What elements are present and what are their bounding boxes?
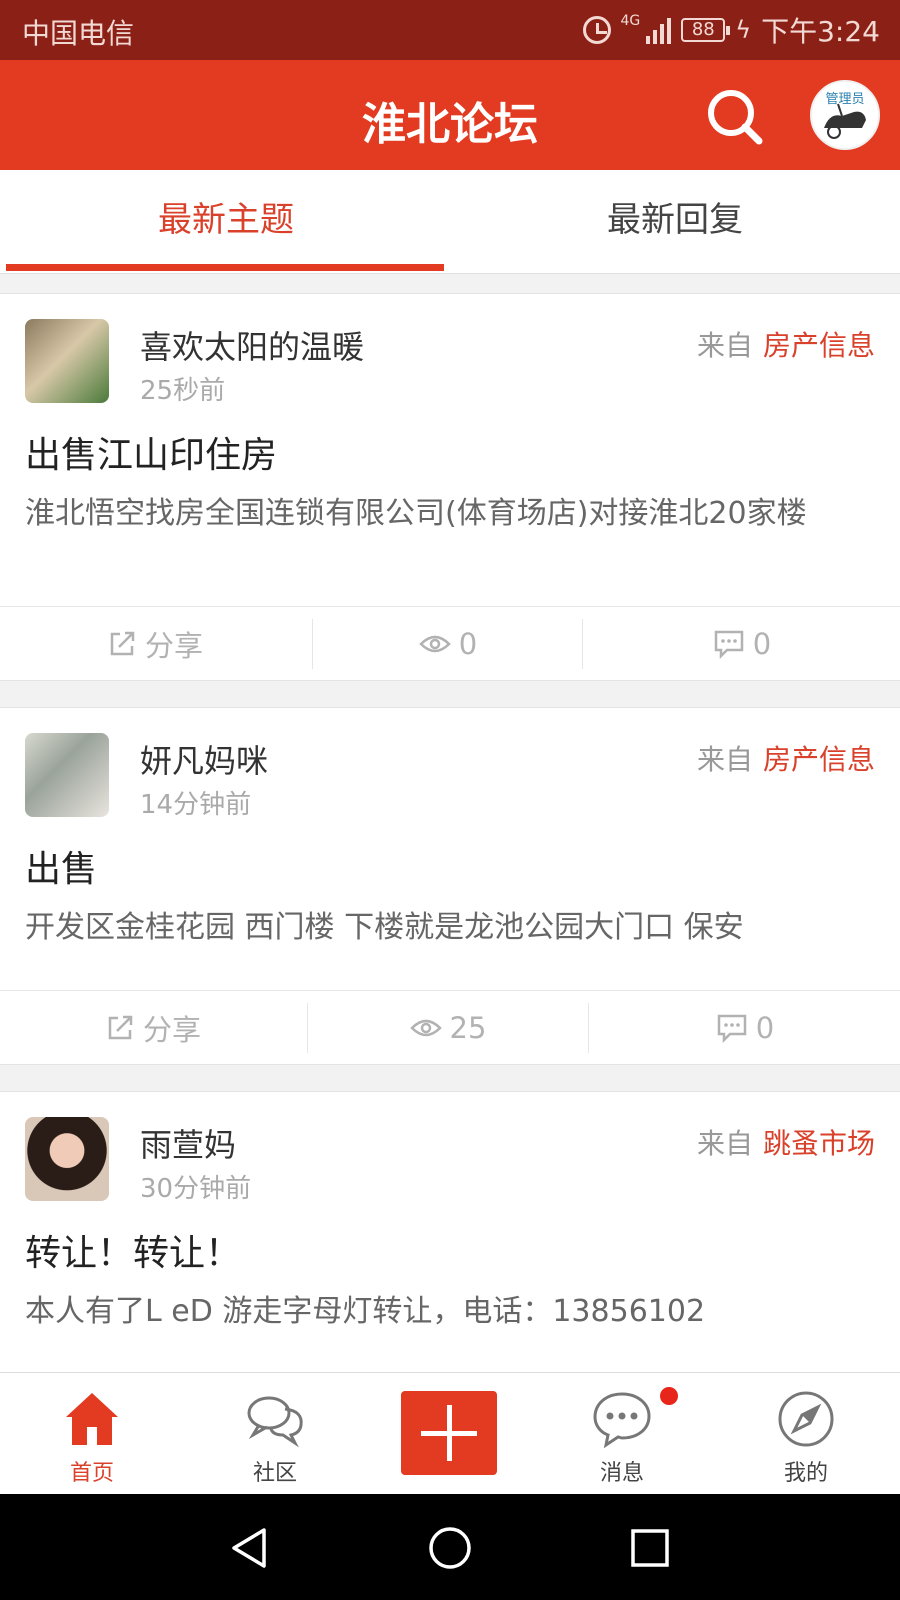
post-actions: 分享 25 0 — [0, 990, 900, 1064]
status-time: 下午3:24 — [761, 15, 880, 48]
comments-button[interactable]: 0 — [590, 991, 900, 1065]
post-title[interactable]: 转让！转让！ — [25, 1224, 241, 1276]
nav-home-label: 首页 — [69, 1461, 114, 1486]
divider — [588, 1003, 589, 1053]
post-author[interactable]: 妍凡妈咪 — [140, 736, 268, 782]
views-count: 0 — [314, 607, 582, 681]
post-category-link[interactable]: 房产信息 — [763, 743, 875, 776]
recents-icon[interactable] — [626, 1524, 674, 1572]
post-card[interactable]: 喜欢太阳的温暖 25秒前 来自 房产信息 出售江山印住房 淮北悟空找房全国连锁有限… — [0, 293, 900, 681]
avatar[interactable] — [25, 1117, 109, 1201]
post-time: 14分钟前 — [140, 790, 252, 820]
active-tab-indicator — [6, 264, 444, 271]
status-bar: 中国电信 4G 88 ϟ 下午3:24 — [0, 0, 900, 60]
divider — [312, 619, 313, 669]
comment-icon — [714, 630, 744, 659]
page-title: 淮北论坛 — [362, 99, 538, 150]
post-source: 来自 房产信息 — [697, 324, 875, 364]
post-source: 来自 跳蚤市场 — [697, 1122, 875, 1162]
signal-icon — [646, 16, 672, 44]
home-circle-icon[interactable] — [426, 1524, 474, 1572]
nav-community[interactable]: 社区 — [205, 1373, 345, 1495]
chat-bubbles-icon — [247, 1396, 303, 1448]
share-button[interactable]: 分享 — [0, 991, 306, 1065]
comment-icon — [717, 1014, 747, 1043]
post-author[interactable]: 雨萱妈 — [140, 1120, 236, 1166]
views-count: 25 — [308, 991, 588, 1065]
bottom-nav: 首页 社区 消息 我的 — [0, 1372, 900, 1494]
share-button[interactable]: 分享 — [0, 607, 310, 681]
tab-latest-replies[interactable]: 最新回复 — [455, 170, 895, 274]
carrier-label: 中国电信 — [22, 17, 135, 50]
back-icon[interactable] — [226, 1524, 274, 1572]
comments-value: 0 — [752, 627, 772, 661]
eye-icon — [409, 1019, 442, 1037]
post-author[interactable]: 喜欢太阳的温暖 — [140, 322, 364, 368]
post-title[interactable]: 出售 — [25, 840, 97, 892]
tab-bar: 最新主题 最新回复 — [0, 170, 900, 274]
post-card[interactable]: 雨萱妈 30分钟前 来自 跳蚤市场 转让！转让！ 本人有了L eD 游走字母灯转让… — [0, 1091, 900, 1381]
home-icon — [66, 1393, 118, 1445]
post-time: 30分钟前 — [140, 1174, 252, 1204]
add-post-button[interactable] — [401, 1391, 497, 1475]
system-nav-bar — [0, 1494, 900, 1600]
battery-icon: 88 — [681, 18, 731, 42]
search-icon[interactable] — [706, 88, 764, 146]
unread-badge — [660, 1387, 678, 1405]
compass-icon — [778, 1391, 834, 1447]
post-time: 25秒前 — [140, 376, 226, 406]
nav-messages-label: 消息 — [599, 1461, 644, 1486]
app-header: 淮北论坛 管理员 — [0, 60, 900, 170]
source-prefix: 来自 — [696, 329, 753, 362]
post-card[interactable]: 妍凡妈咪 14分钟前 来自 房产信息 出售 开发区金桂花园 西门楼 下楼就是龙池公… — [0, 707, 900, 1065]
share-label: 分享 — [144, 629, 203, 663]
share-icon — [110, 631, 135, 656]
post-source: 来自 房产信息 — [697, 738, 875, 778]
nav-profile[interactable]: 我的 — [736, 1373, 876, 1495]
avatar[interactable] — [25, 319, 109, 403]
admin-avatar[interactable]: 管理员 — [810, 80, 880, 150]
post-excerpt: 本人有了L eD 游走字母灯转让，电话：13856102 — [25, 1294, 706, 1329]
views-value: 25 — [449, 1011, 487, 1045]
post-category-link[interactable]: 房产信息 — [763, 329, 875, 362]
alarm-icon — [582, 16, 611, 44]
status-icons: 4G 88 ϟ 下午3:24 — [582, 10, 880, 50]
post-actions: 分享 0 0 — [0, 606, 900, 680]
source-prefix: 来自 — [696, 1127, 753, 1160]
eye-icon — [418, 635, 451, 653]
post-excerpt: 淮北悟空找房全国连锁有限公司(体育场店)对接淮北20家楼 — [25, 496, 807, 531]
post-title[interactable]: 出售江山印住房 — [25, 426, 277, 478]
admin-badge-text: 管理员 — [825, 92, 865, 107]
tab-latest-topics[interactable]: 最新主题 — [6, 170, 446, 274]
nav-profile-label: 我的 — [783, 1461, 828, 1486]
nav-home[interactable]: 首页 — [22, 1373, 162, 1495]
share-label: 分享 — [142, 1013, 201, 1047]
divider — [582, 619, 583, 669]
comments-value: 0 — [755, 1011, 775, 1045]
nav-community-label: 社区 — [252, 1461, 297, 1486]
views-value: 0 — [458, 627, 478, 661]
post-excerpt: 开发区金桂花园 西门楼 下楼就是龙池公园大门口 保安 — [25, 910, 744, 945]
charging-icon: ϟ — [735, 16, 752, 44]
source-prefix: 来自 — [696, 743, 753, 776]
share-icon — [108, 1015, 133, 1040]
post-category-link[interactable]: 跳蚤市场 — [763, 1127, 875, 1160]
network-type: 4G — [620, 13, 641, 29]
comments-button[interactable]: 0 — [584, 607, 900, 681]
avatar[interactable] — [25, 733, 109, 817]
message-icon — [593, 1392, 651, 1449]
